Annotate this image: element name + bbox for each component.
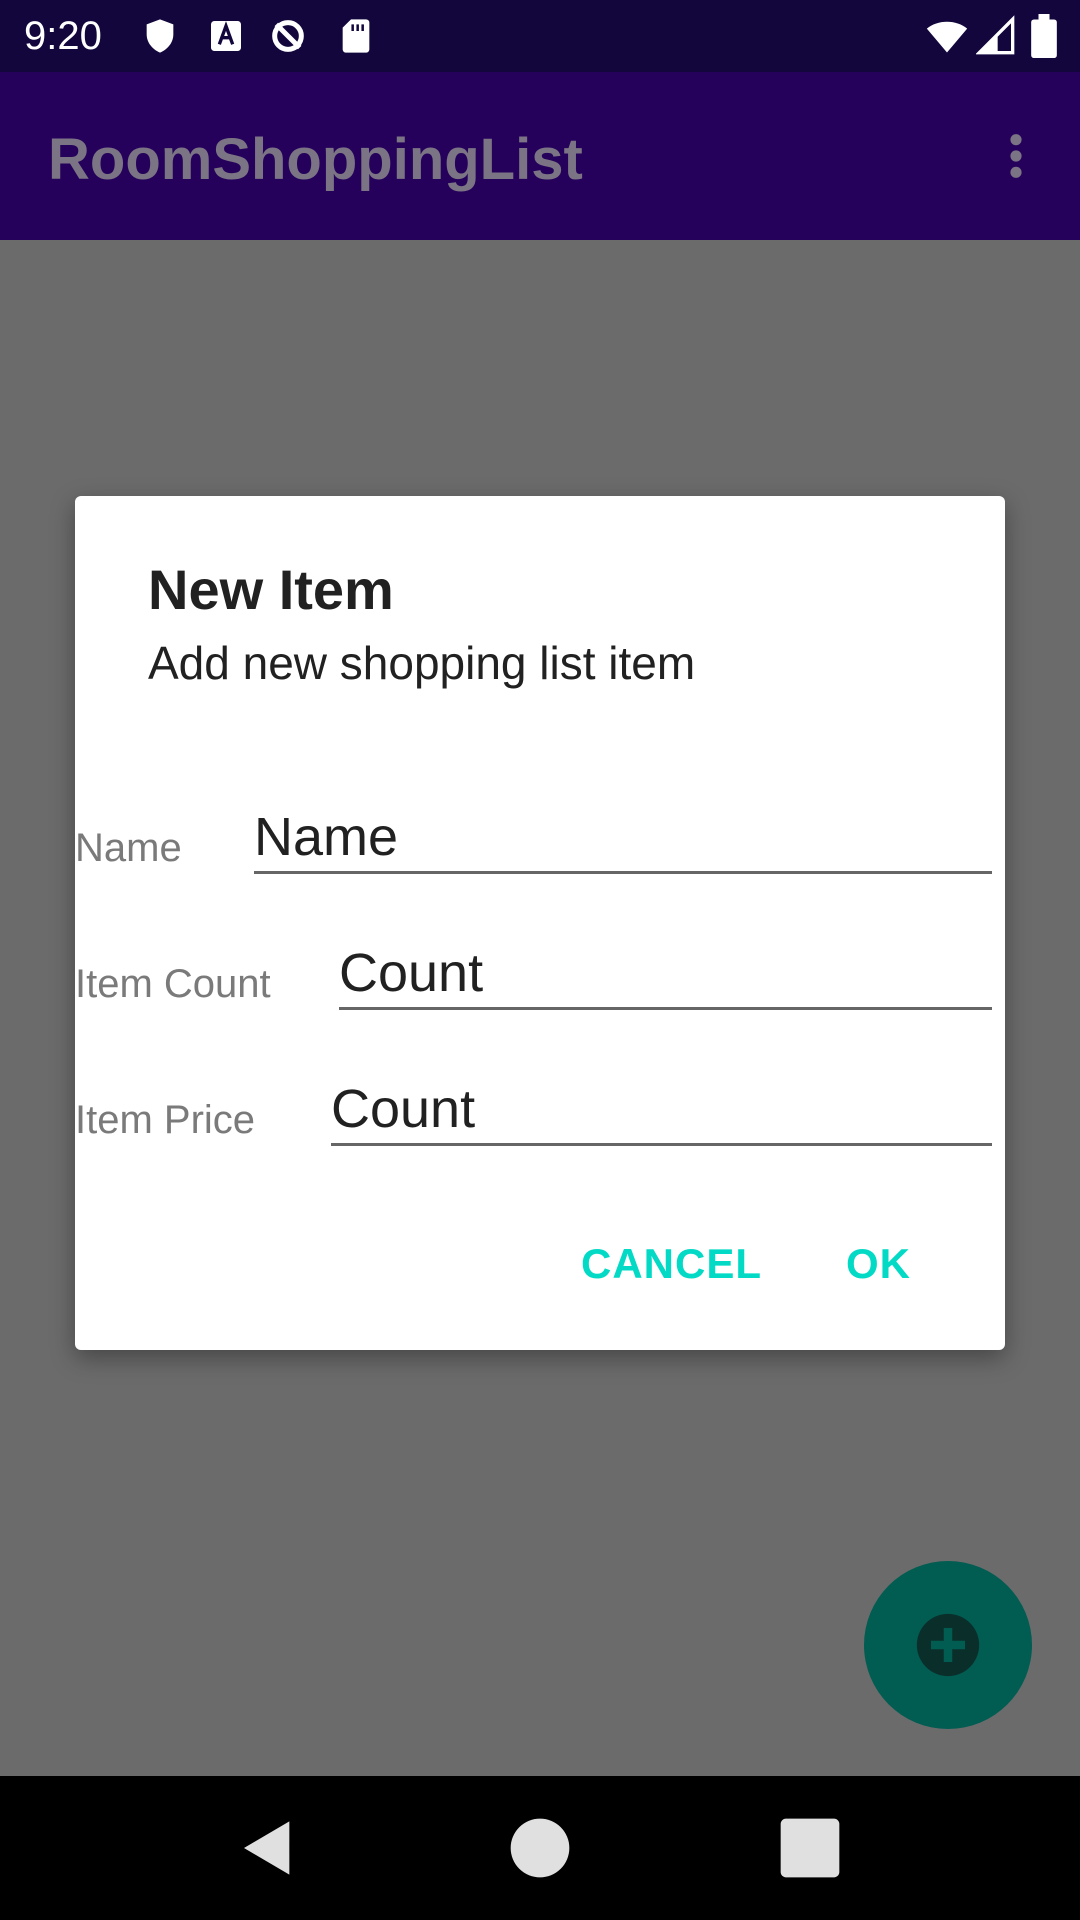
item-count-input[interactable] xyxy=(339,938,992,1010)
no-sync-icon xyxy=(268,14,308,58)
battery-icon xyxy=(1028,14,1060,58)
add-item-fab[interactable] xyxy=(864,1561,1032,1729)
add-icon xyxy=(914,1611,982,1679)
nav-bar xyxy=(0,1776,1080,1920)
shield-icon xyxy=(140,14,180,58)
signal-icon xyxy=(975,14,1016,58)
screen: 9:20 RoomShoppingList New Item Add new s… xyxy=(0,0,1080,1920)
overflow-menu-icon[interactable] xyxy=(988,128,1044,184)
name-input[interactable] xyxy=(254,802,992,874)
item-count-label: Item Count xyxy=(75,962,271,1006)
home-icon[interactable] xyxy=(508,1816,572,1880)
status-time: 9:20 xyxy=(24,14,102,58)
item-price-label: Item Price xyxy=(75,1098,256,1142)
app-bar: RoomShoppingList xyxy=(0,72,1080,240)
sd-card-icon xyxy=(336,14,376,58)
item-price-input[interactable] xyxy=(331,1074,992,1146)
app-title: RoomShoppingList xyxy=(48,127,583,192)
status-bar: 9:20 xyxy=(0,0,1080,72)
wifi-icon xyxy=(924,14,970,58)
cancel-button[interactable]: CANCEL xyxy=(581,1240,762,1288)
recents-icon[interactable] xyxy=(778,1816,842,1880)
dialog-subtitle: Add new shopping list item xyxy=(148,637,696,689)
dialog-title: New Item xyxy=(148,558,394,621)
ok-button[interactable]: OK xyxy=(846,1240,911,1288)
back-icon[interactable] xyxy=(236,1816,300,1880)
name-label: Name xyxy=(75,826,182,870)
new-item-dialog: New Item Add new shopping list item Name… xyxy=(75,496,1005,1350)
keyboard-a-icon xyxy=(206,14,246,58)
